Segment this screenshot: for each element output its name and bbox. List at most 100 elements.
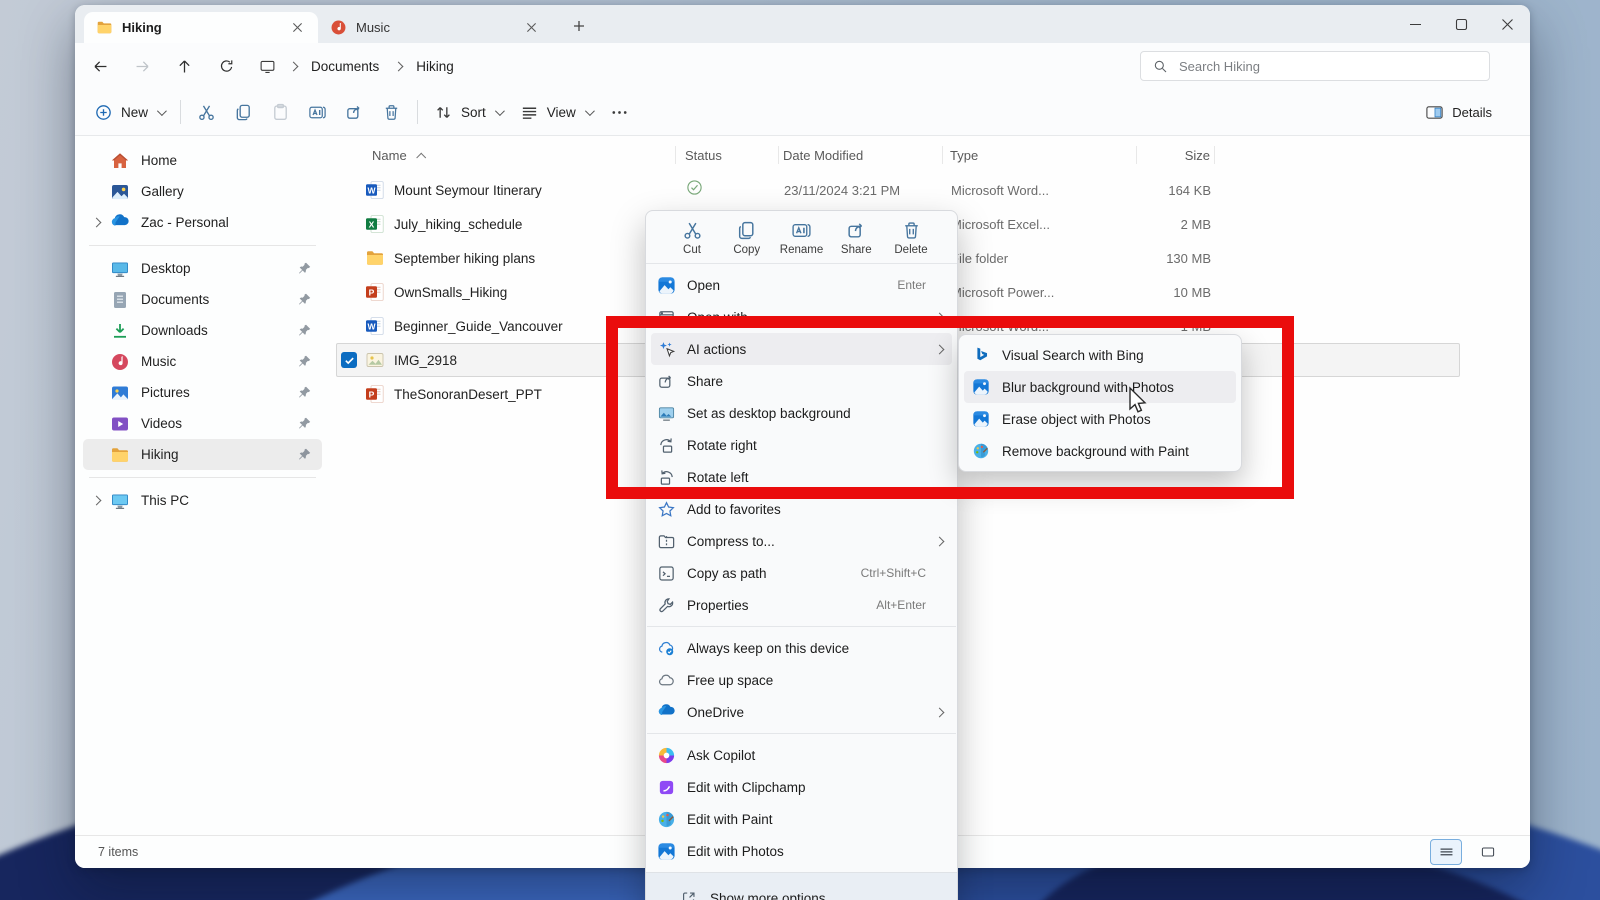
selected-checkbox[interactable] xyxy=(341,352,357,368)
breadcrumb-item[interactable]: Hiking xyxy=(414,57,456,76)
quick-action-copy[interactable]: Copy xyxy=(725,220,769,256)
sidebar-item-downloads[interactable]: Downloads xyxy=(83,315,322,346)
photos-app-icon xyxy=(657,276,676,295)
sidebar-item-hiking[interactable]: Hiking xyxy=(83,439,322,470)
details-pane-button[interactable]: Details xyxy=(1425,96,1492,128)
close-button[interactable] xyxy=(1484,7,1530,41)
submenu-item-visual-search-with-bing[interactable]: Visual Search with Bing xyxy=(964,339,1236,371)
toolbar-button-rename[interactable] xyxy=(299,95,336,129)
quick-action-cut[interactable]: Cut xyxy=(670,220,714,256)
paint-app-icon xyxy=(657,810,676,829)
menu-item-ai-actions[interactable]: AI actions xyxy=(651,333,952,365)
chevron-right-icon[interactable] xyxy=(92,218,102,228)
minimize-button[interactable] xyxy=(1392,7,1438,41)
toolbar-button-delete[interactable] xyxy=(373,95,410,129)
show-more-options-item[interactable]: Show more options xyxy=(646,872,957,900)
menu-item-add-to-favorites[interactable]: Add to favorites xyxy=(651,493,952,525)
column-divider[interactable] xyxy=(1214,146,1215,164)
details-view-button[interactable] xyxy=(1430,839,1462,865)
tab-music[interactable]: Music xyxy=(318,12,552,43)
search-input[interactable] xyxy=(1177,58,1489,75)
menu-item-onedrive[interactable]: OneDrive xyxy=(651,696,952,728)
column-header-status[interactable]: Status xyxy=(685,148,783,163)
file-row-mount-seymour-itinerary[interactable]: W Mount Seymour Itinerary 23/11/2024 3:2… xyxy=(336,173,1466,207)
sidebar-item-home[interactable]: Home xyxy=(83,145,322,176)
sidebar-item-documents[interactable]: Documents xyxy=(83,284,322,315)
toolbar-button-paste[interactable] xyxy=(262,95,299,129)
menu-item-edit-with-paint[interactable]: Edit with Paint xyxy=(651,803,952,835)
sidebar-item-this-pc[interactable]: This PC xyxy=(83,485,322,516)
refresh-button[interactable] xyxy=(209,50,243,82)
menu-item-open[interactable]: Open Enter xyxy=(651,269,952,301)
menu-item-share[interactable]: Share xyxy=(651,365,952,397)
submenu-item-blur-background-with-photos[interactable]: Blur background with Photos xyxy=(964,371,1236,403)
toolbar-button-share[interactable] xyxy=(336,95,373,129)
menu-item-open-with[interactable]: Open with xyxy=(651,301,952,333)
desktop: Hiking Music xyxy=(0,0,1600,900)
tab-close-icon[interactable] xyxy=(286,17,308,39)
column-header-date-modified[interactable]: Date Modified xyxy=(783,148,950,163)
tab-bar: Hiking Music xyxy=(75,5,1530,43)
toolbar-button-view[interactable]: View xyxy=(511,95,601,129)
menu-item-rotate-left[interactable]: Rotate left xyxy=(651,461,952,493)
submenu-item-remove-background-with-paint[interactable]: Remove background with Paint xyxy=(964,435,1236,467)
quick-action-share[interactable]: Share xyxy=(834,220,878,256)
onedrive-icon xyxy=(657,703,676,722)
chevron-right-icon[interactable] xyxy=(92,496,102,506)
menu-item-properties[interactable]: Properties Alt+Enter xyxy=(651,589,952,621)
submenu-item-erase-object-with-photos[interactable]: Erase object with Photos xyxy=(964,403,1236,435)
forward-button[interactable] xyxy=(125,50,159,82)
sidebar-item-gallery[interactable]: Gallery xyxy=(83,176,322,207)
menu-item-rotate-right[interactable]: Rotate right xyxy=(651,429,952,461)
toolbar-button-sort[interactable]: Sort xyxy=(425,95,511,129)
media-player-icon xyxy=(330,19,347,36)
menu-item-free-up-space[interactable]: Free up space xyxy=(651,664,952,696)
thumbnail-view-icon xyxy=(1480,844,1496,860)
sidebar-item-pictures[interactable]: Pictures xyxy=(83,377,322,408)
menu-item-set-as-desktop-background[interactable]: Set as desktop background xyxy=(651,397,952,429)
menu-item-edit-with-clipchamp[interactable]: Edit with Clipchamp xyxy=(651,771,952,803)
sidebar-item-music[interactable]: Music xyxy=(83,346,322,377)
copy-icon xyxy=(234,103,253,122)
sidebar-item-videos[interactable]: Videos xyxy=(83,408,322,439)
quick-action-delete[interactable]: Delete xyxy=(889,220,933,256)
large-icons-view-button[interactable] xyxy=(1472,839,1504,865)
sync-ok-icon xyxy=(686,179,703,196)
column-header-type[interactable]: Type xyxy=(950,148,1140,163)
share-tb-icon xyxy=(846,220,867,241)
column-divider[interactable] xyxy=(675,146,676,164)
back-button[interactable] xyxy=(83,50,117,82)
search-box xyxy=(1140,51,1490,81)
location-icon[interactable] xyxy=(259,58,276,75)
gallery-icon xyxy=(110,182,130,202)
column-divider[interactable] xyxy=(1136,146,1137,164)
toolbar-button-copy[interactable] xyxy=(225,95,262,129)
quick-action-rename[interactable]: Rename xyxy=(780,220,824,256)
menu-item-copy-as-path[interactable]: Copy as path Ctrl+Shift+C xyxy=(651,557,952,589)
column-divider[interactable] xyxy=(942,146,943,164)
toolbar-button-new[interactable]: New xyxy=(85,95,173,129)
column-header-size[interactable]: Size xyxy=(1140,148,1210,163)
tab-close-icon[interactable] xyxy=(520,17,542,39)
onedrive-icon xyxy=(110,213,130,233)
breadcrumb-chevron-icon xyxy=(289,61,299,71)
tab-hiking[interactable]: Hiking xyxy=(84,12,318,43)
sidebar-item-zac-personal[interactable]: Zac - Personal xyxy=(83,207,322,238)
up-button[interactable] xyxy=(167,50,201,82)
toolbar-button-see-more[interactable] xyxy=(601,95,638,129)
separator xyxy=(647,733,956,734)
breadcrumb-item[interactable]: Documents xyxy=(309,57,381,76)
menu-item-ask-copilot[interactable]: Ask Copilot xyxy=(651,739,952,771)
menu-item-always-keep-on-this-device[interactable]: Always keep on this device xyxy=(651,632,952,664)
videos-icon xyxy=(110,414,130,434)
menu-item-edit-with-photos[interactable]: Edit with Photos xyxy=(651,835,952,867)
column-divider[interactable] xyxy=(778,146,779,164)
word-icon: W xyxy=(365,316,385,336)
new-tab-button[interactable] xyxy=(566,13,592,39)
ppt-icon: P xyxy=(365,384,385,404)
toolbar-button-cut[interactable] xyxy=(188,95,225,129)
maximize-button[interactable] xyxy=(1438,7,1484,41)
sidebar-item-desktop[interactable]: Desktop xyxy=(83,253,322,284)
column-header-name[interactable]: Name xyxy=(330,148,685,163)
menu-item-compress-to[interactable]: Compress to... xyxy=(651,525,952,557)
